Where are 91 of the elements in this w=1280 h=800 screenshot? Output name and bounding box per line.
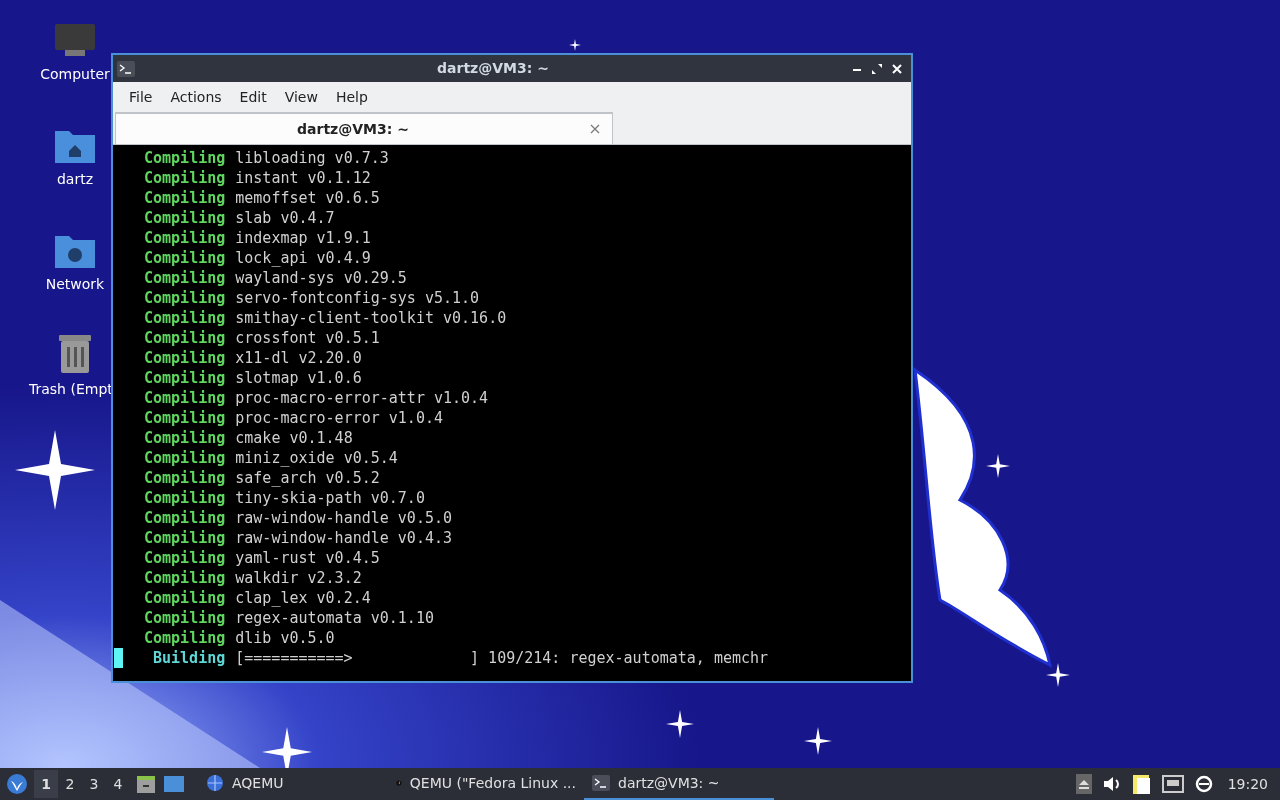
compiling-label: Compiling — [144, 608, 226, 628]
output-line: memoffset v0.6.5 — [235, 188, 380, 208]
desktop-icon-label[interactable]: Computer — [40, 64, 110, 85]
sparkle-icon — [1046, 663, 1070, 687]
desktop-icon-label[interactable]: dartz — [56, 169, 94, 190]
maximize-icon[interactable] — [871, 62, 883, 75]
compiling-label: Compiling — [144, 488, 226, 508]
task-button[interactable]: QEMU ("Fedora Linux ... — [388, 768, 584, 800]
clock[interactable]: 19:20 — [1227, 773, 1268, 795]
output-line: indexmap v1.9.1 — [235, 228, 371, 248]
output-line: crossfont v0.5.1 — [235, 328, 380, 348]
compiling-label: Compiling — [144, 208, 226, 228]
output-line: instant v0.1.12 — [235, 168, 371, 188]
close-tab-icon[interactable] — [590, 124, 600, 134]
compiling-label: Compiling — [144, 148, 226, 168]
output-line: slotmap v1.0.6 — [235, 368, 362, 388]
output-line: servo-fontconfig-sys v5.1.0 — [235, 288, 480, 308]
output-line: proc-macro-error v1.0.4 — [235, 408, 443, 428]
terminal-icon — [592, 775, 610, 791]
output-line: clap_lex v0.2.4 — [235, 588, 371, 608]
output-line: smithay-client-toolkit v0.16.0 — [235, 308, 507, 328]
workspace-button[interactable]: 1 — [34, 770, 58, 798]
output-line: miniz_oxide v0.5.4 — [235, 448, 398, 468]
compiling-label: Compiling — [144, 228, 226, 248]
compiling-label: Compiling — [144, 348, 226, 368]
workspace-button[interactable]: 3 — [82, 770, 106, 798]
network-port-icon[interactable] — [1161, 775, 1184, 793]
compiling-label: Compiling — [144, 568, 226, 588]
output-line: proc-macro-error-attr v1.0.4 — [235, 388, 489, 408]
compiling-label: Compiling — [144, 468, 226, 488]
task-button[interactable]: AQEMU — [198, 768, 388, 800]
desktop-icon-label[interactable]: Trash (Empt — [29, 379, 113, 400]
desktop-icon[interactable] — [164, 775, 184, 793]
compiling-label: Compiling — [144, 428, 226, 448]
workspace-button[interactable]: 2 — [58, 770, 82, 798]
compiling-label: Compiling — [144, 268, 226, 288]
compiling-label: Compiling — [144, 248, 226, 268]
sparkle-icon — [569, 39, 581, 51]
close-icon[interactable] — [891, 62, 903, 75]
output-line: lock_api v0.4.9 — [235, 248, 371, 268]
sparkle-icon — [262, 727, 312, 768]
output-line: x11-dl v2.20.0 — [235, 348, 362, 368]
task-button[interactable]: dartz@VM3: ~ — [584, 768, 774, 800]
building-label: Building — [153, 648, 226, 668]
compiling-label: Compiling — [144, 308, 226, 328]
menu-item[interactable]: View — [276, 86, 326, 108]
output-line: cmake v0.1.48 — [235, 428, 353, 448]
menu-item[interactable]: Actions — [162, 86, 230, 108]
output-line: dlib v0.5.0 — [235, 628, 335, 648]
window-title: dartz@VM3: ~ — [436, 59, 550, 78]
terminal-tab[interactable]: dartz@VM3: ~ — [115, 112, 613, 144]
output-line: tiny-skia-path v0.7.0 — [235, 488, 425, 508]
sparkle-icon — [666, 710, 694, 738]
output-line: walkdir v2.3.2 — [235, 568, 362, 588]
menu-item[interactable]: Edit — [231, 86, 275, 108]
output-line: raw-window-handle v0.4.3 — [235, 528, 453, 548]
menu-item[interactable]: File — [121, 86, 161, 108]
output-line: safe_arch v0.5.2 — [235, 468, 380, 488]
compiling-label: Compiling — [144, 388, 226, 408]
sparkle-icon — [986, 454, 1010, 478]
output-line: wayland-sys v0.29.5 — [235, 268, 407, 288]
terminal-icon — [117, 60, 135, 77]
compiling-label: Compiling — [144, 628, 226, 648]
output-line: libloading v0.7.3 — [235, 148, 389, 168]
file-cabinet-icon[interactable] — [136, 774, 156, 794]
output-line: yaml-rust v0.4.5 — [235, 548, 380, 568]
sparkle-icon — [804, 727, 832, 755]
output-line: slab v0.4.7 — [235, 208, 335, 228]
compiling-label: Compiling — [144, 508, 226, 528]
volume-icon[interactable] — [1101, 775, 1122, 793]
sparkle-icon — [15, 430, 95, 510]
compiling-label: Compiling — [144, 168, 226, 188]
compiling-label: Compiling — [144, 328, 226, 348]
compiling-label: Compiling — [144, 408, 226, 428]
cursor — [114, 648, 123, 668]
output-line: regex-automata v0.1.10 — [235, 608, 434, 628]
compiling-label: Compiling — [144, 448, 226, 468]
compiling-label: Compiling — [144, 548, 226, 568]
desktop-icon-label[interactable]: Network — [45, 274, 105, 295]
compiling-label: Compiling — [144, 588, 226, 608]
globe-icon — [206, 774, 224, 792]
compiling-label: Compiling — [144, 528, 226, 548]
menu-item[interactable]: Help — [327, 86, 376, 108]
compiling-label: Compiling — [144, 368, 226, 388]
output-line: raw-window-handle v0.5.0 — [235, 508, 453, 528]
progress-line: [===========> ] 109/214: regex-automata, memchr — [235, 648, 769, 668]
compiling-label: Compiling — [144, 188, 226, 208]
compiling-label: Compiling — [144, 288, 226, 308]
workspace-button[interactable]: 4 — [106, 770, 130, 798]
eject-icon[interactable] — [1075, 774, 1092, 794]
clipboard-icon[interactable] — [1131, 773, 1152, 795]
